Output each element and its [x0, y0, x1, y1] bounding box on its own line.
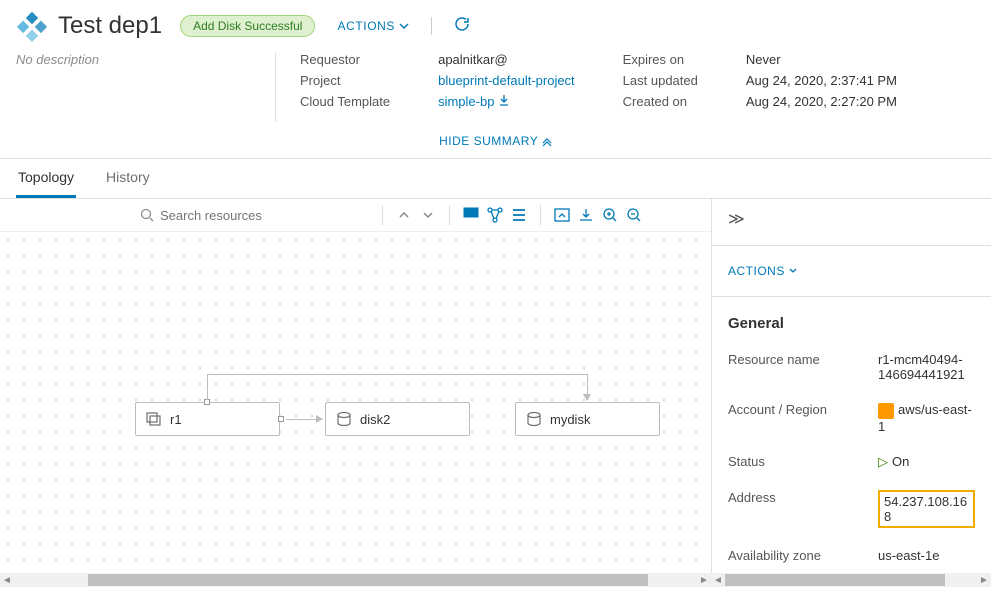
divider [712, 245, 991, 246]
node-r1[interactable]: r1 [135, 402, 280, 436]
zoom-in-icon[interactable] [601, 206, 619, 224]
updated-label: Last updated [623, 73, 698, 88]
actions-menu[interactable]: ACTIONS [337, 19, 409, 33]
collapse-panel-button[interactable]: ≫ [728, 209, 975, 237]
scroll-right-arrow[interactable]: ► [977, 573, 991, 587]
disk-icon [336, 411, 352, 427]
node-port[interactable] [278, 416, 284, 422]
node-mydisk[interactable]: mydisk [515, 402, 660, 436]
connector [587, 374, 588, 396]
vm-icon [146, 411, 162, 427]
connector [286, 419, 316, 420]
scrollbar-thumb[interactable] [88, 574, 648, 586]
address-value: 54.237.108.168 [878, 490, 975, 528]
divider [431, 17, 432, 35]
expires-value: Never [746, 52, 897, 67]
connector [207, 374, 587, 375]
power-on-icon: ▷ [878, 454, 888, 469]
account-region-label: Account / Region [728, 402, 878, 434]
status-value: ▷On [878, 454, 909, 470]
topology-view-icon[interactable] [486, 206, 504, 224]
resource-name-value: r1-mcm40494-146694441921 [878, 352, 975, 382]
search-input[interactable] [160, 208, 340, 223]
status-badge: Add Disk Successful [180, 15, 315, 37]
deployment-icon [16, 10, 48, 42]
template-label: Cloud Template [300, 94, 390, 109]
zoom-out-icon[interactable] [625, 206, 643, 224]
address-label: Address [728, 490, 878, 528]
disk-icon [526, 411, 542, 427]
account-region-value: aws/us-east-1 [878, 402, 975, 434]
divider [275, 52, 276, 122]
requestor-label: Requestor [300, 52, 390, 67]
page-title: Test dep1 [58, 12, 162, 40]
expires-label: Expires on [623, 52, 698, 67]
refresh-button[interactable] [454, 16, 470, 37]
divider [449, 205, 450, 225]
template-link[interactable]: simple-bp [438, 94, 575, 109]
connector [207, 374, 208, 400]
availability-zone-label: Availability zone [728, 548, 878, 563]
tab-history[interactable]: History [104, 159, 152, 198]
status-label: Status [728, 454, 878, 470]
requestor-value: apalnitkar@ [438, 52, 575, 67]
created-value: Aug 24, 2020, 2:27:20 PM [746, 94, 897, 109]
project-label: Project [300, 73, 390, 88]
list-view-icon[interactable] [510, 206, 528, 224]
horizontal-scrollbar[interactable]: ◄ ► [0, 573, 711, 587]
search-icon [140, 208, 154, 222]
fit-screen-icon[interactable] [553, 206, 571, 224]
arrow-icon [583, 394, 591, 401]
created-label: Created on [623, 94, 698, 109]
scroll-right-arrow[interactable]: ► [697, 573, 711, 587]
project-link[interactable]: blueprint-default-project [438, 73, 575, 88]
section-heading-general: General [728, 305, 975, 342]
divider [540, 205, 541, 225]
divider [382, 205, 383, 225]
scroll-left-arrow[interactable]: ◄ [0, 573, 14, 587]
divider [712, 296, 991, 297]
resource-name-label: Resource name [728, 352, 878, 382]
panel-actions-menu[interactable]: ACTIONS [728, 254, 975, 288]
aws-icon [878, 403, 894, 419]
topology-canvas[interactable]: r1 disk2 mydisk [0, 232, 711, 572]
tab-topology[interactable]: Topology [16, 159, 76, 198]
scrollbar-thumb[interactable] [725, 574, 945, 586]
download-canvas-icon[interactable] [577, 206, 595, 224]
horizontal-scrollbar[interactable]: ◄ ► [711, 573, 991, 587]
grid-view-icon[interactable] [462, 206, 480, 224]
availability-zone-value: us-east-1e [878, 548, 939, 563]
scroll-left-arrow[interactable]: ◄ [711, 573, 725, 587]
updated-value: Aug 24, 2020, 2:37:41 PM [746, 73, 897, 88]
description-text: No description [16, 52, 251, 67]
node-label: mydisk [550, 412, 590, 427]
arrow-icon [316, 415, 323, 423]
download-icon [498, 94, 510, 106]
node-label: r1 [170, 412, 182, 427]
hide-summary-toggle[interactable]: HIDE SUMMARY [0, 122, 991, 158]
nav-up-icon[interactable] [395, 206, 413, 224]
node-disk2[interactable]: disk2 [325, 402, 470, 436]
nav-down-icon[interactable] [419, 206, 437, 224]
details-panel: ≫ ACTIONS General Resource name r1-mcm40… [711, 199, 991, 587]
node-label: disk2 [360, 412, 390, 427]
